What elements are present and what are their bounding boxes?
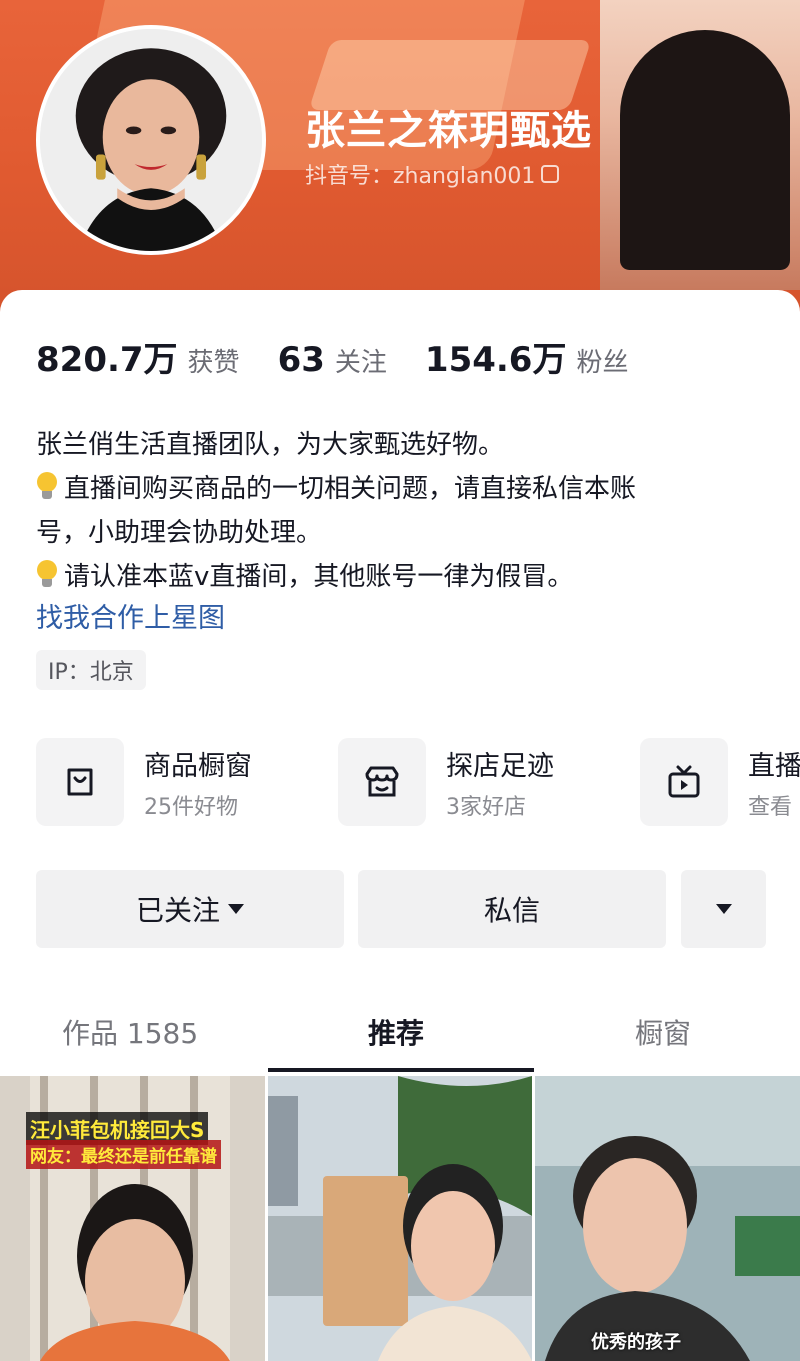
- video-caption: 优秀的孩子: [591, 1332, 681, 1353]
- video-caption: 网友：最终还是前任靠谱: [26, 1140, 221, 1169]
- message-label: 私信: [483, 894, 540, 927]
- stat-label: 获赞: [187, 348, 240, 378]
- content-tabs: 作品 1585 推荐 橱窗: [0, 1000, 800, 1072]
- feature-subtitle: 25件好物: [144, 794, 238, 820]
- bio-line: 直播间购买商品的一切相关问题，请直接私信本账: [36, 467, 776, 511]
- ip-location-tag: IP：北京: [36, 650, 146, 690]
- tab-recommended[interactable]: 推荐: [368, 1012, 424, 1052]
- stat-label: 关注: [334, 348, 387, 378]
- douyin-id-text: 抖音号：zhanglan001: [305, 164, 536, 189]
- feature-shop-window[interactable]: 商品橱窗 25件好物: [36, 737, 252, 827]
- video-thumbnail[interactable]: [268, 1076, 532, 1361]
- feature-subtitle: 3家好店: [446, 794, 526, 820]
- feature-row: 商品橱窗 25件好物 探店足迹 3家好店 直播 查看: [36, 737, 800, 827]
- avatar[interactable]: [36, 25, 266, 255]
- stat-value: 154.6万: [424, 340, 567, 380]
- stat-value: 63: [277, 340, 325, 380]
- profile-card: 820.7万 获赞 63 关注 154.6万 粉丝 张兰俏生活直播团队，为大家甄…: [0, 290, 800, 1361]
- active-tab-indicator: [268, 1068, 534, 1072]
- tab-works[interactable]: 作品 1585: [62, 1012, 198, 1052]
- tab-shop-window[interactable]: 橱窗: [635, 1012, 691, 1052]
- profile-name: 张兰之箖玥甄选: [305, 108, 592, 154]
- stat-label: 粉丝: [576, 348, 629, 378]
- feature-subtitle: 查看: [748, 794, 793, 820]
- feature-title: 商品橱窗: [144, 750, 252, 782]
- bio-line: 请认准本蓝v直播间，其他账号一律为假冒。: [36, 555, 776, 599]
- store-icon: [338, 738, 426, 826]
- action-buttons: 已关注 私信: [36, 870, 766, 948]
- bag-icon: [36, 738, 124, 826]
- followed-label: 已关注: [135, 894, 220, 927]
- feature-title: 探店足迹: [446, 750, 554, 782]
- feature-title: 直播: [748, 750, 800, 782]
- tv-icon: [640, 738, 728, 826]
- bio-line: 张兰俏生活直播团队，为大家甄选好物。: [36, 430, 505, 460]
- caret-down-icon: [228, 904, 244, 914]
- feature-store-visits[interactable]: 探店足迹 3家好店: [338, 737, 554, 827]
- caret-down-icon: [715, 904, 732, 914]
- more-options-button[interactable]: [681, 870, 766, 948]
- stat-followers[interactable]: 154.6万 粉丝: [425, 332, 629, 381]
- video-thumbnail[interactable]: 汪小菲包机接回大S 网友：最终还是前任靠谱: [0, 1076, 265, 1361]
- douyin-id[interactable]: 抖音号：zhanglan001: [305, 158, 560, 190]
- banner-photo: [600, 0, 800, 290]
- stat-following[interactable]: 63 关注: [278, 340, 387, 380]
- feature-live[interactable]: 直播 查看: [640, 737, 800, 827]
- followed-button[interactable]: 已关注: [36, 870, 344, 948]
- bio-line-text: 直播间购买商品的一切相关问题，请直接私信本账: [64, 474, 637, 504]
- stat-value: 820.7万: [36, 340, 178, 380]
- stat-likes[interactable]: 820.7万 获赞: [36, 332, 240, 381]
- lightbulb-icon: [36, 472, 58, 500]
- bio-line: 号，小助理会协助处理。: [36, 518, 323, 548]
- lightbulb-icon: [36, 560, 58, 588]
- bio-line-text: 请认准本蓝v直播间，其他账号一律为假冒。: [64, 562, 574, 592]
- copy-icon[interactable]: [541, 165, 560, 183]
- profile-banner: 张兰之箖玥甄选 抖音号：zhanglan001: [0, 0, 800, 320]
- message-button[interactable]: 私信: [358, 870, 666, 948]
- video-thumbnail[interactable]: 优秀的孩子: [535, 1076, 800, 1361]
- bio: 张兰俏生活直播团队，为大家甄选好物。 直播间购买商品的一切相关问题，请直接私信本…: [36, 423, 776, 599]
- video-grid: 汪小菲包机接回大S 网友：最终还是前任靠谱 优秀的孩子: [0, 1076, 800, 1361]
- star-map-link[interactable]: 找我合作上星图: [36, 596, 225, 635]
- stats-row: 820.7万 获赞 63 关注 154.6万 粉丝: [36, 332, 666, 381]
